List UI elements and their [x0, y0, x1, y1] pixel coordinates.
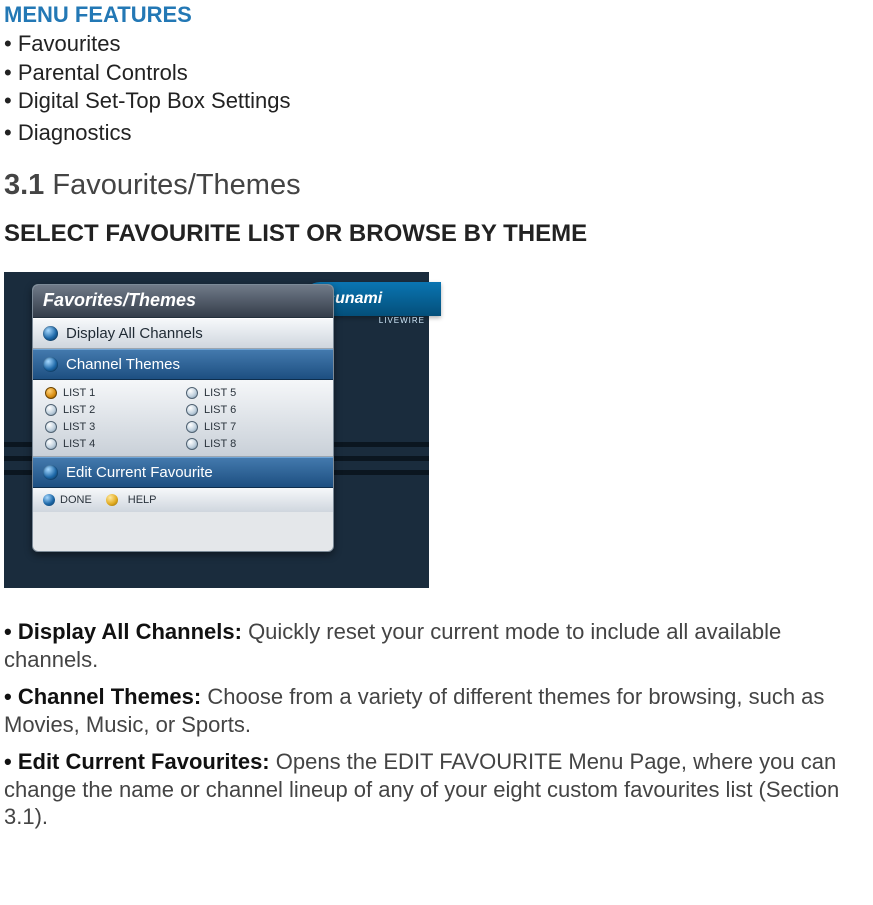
section-title: 3.1 Favourites/Themes — [4, 169, 869, 202]
list-item-label: LIST 1 — [63, 387, 95, 399]
row-display-all-channels[interactable]: Display All Channels — [33, 318, 333, 349]
radio-icon — [186, 438, 198, 450]
radio-icon — [45, 438, 57, 450]
menu-feature-label: Favourites — [18, 31, 121, 56]
radio-icon — [45, 421, 57, 433]
radio-icon — [186, 387, 198, 399]
description-title: Display All Channels: — [18, 619, 242, 644]
row-edit-current-favourite[interactable]: Edit Current Favourite — [33, 457, 333, 488]
panel-title: Favorites/Themes — [33, 285, 333, 318]
radio-icon — [186, 421, 198, 433]
menu-feature-label: Digital Set-Top Box Settings — [18, 88, 291, 113]
menu-features-heading: MENU FEATURES — [4, 2, 869, 28]
row-label: Edit Current Favourite — [66, 464, 213, 481]
description-item: • Display All Channels: Quickly reset yo… — [4, 618, 869, 673]
menu-feature-item: • Favourites — [4, 30, 869, 59]
list-item-label: LIST 6 — [204, 404, 236, 416]
menu-feature-item: • Digital Set-Top Box Settings — [4, 87, 869, 116]
globe-icon — [43, 326, 58, 341]
row-label: Channel Themes — [66, 356, 180, 373]
section-name: Favourites/Themes — [52, 169, 300, 201]
favourite-list-option[interactable]: LIST 1 — [45, 384, 186, 401]
description-title: Channel Themes: — [18, 684, 201, 709]
description-item: • Channel Themes: Choose from a variety … — [4, 683, 869, 738]
list-item-label: LIST 2 — [63, 404, 95, 416]
list-item-label: LIST 4 — [63, 438, 95, 450]
globe-icon — [43, 465, 58, 480]
settop-ui-screenshot: Tsunami LIVEWIRE Favorites/Themes Displa… — [4, 272, 429, 588]
favourite-list-option[interactable]: LIST 6 — [186, 401, 327, 418]
radio-icon — [186, 404, 198, 416]
radio-icon — [45, 387, 57, 399]
row-label: Display All Channels — [66, 325, 203, 342]
radio-icon — [45, 404, 57, 416]
brand-logo-subtext: LIVEWIRE — [379, 316, 425, 325]
favourite-list-option[interactable]: LIST 7 — [186, 418, 327, 435]
footer-help-button[interactable]: HELP — [128, 494, 157, 506]
menu-feature-label: Parental Controls — [18, 60, 188, 85]
list-item-label: LIST 7 — [204, 421, 236, 433]
description-title: Edit Current Favourites: — [18, 749, 270, 774]
section-number: 3.1 — [4, 169, 44, 201]
footer-done-button[interactable]: DONE — [60, 494, 92, 506]
favourite-list-option[interactable]: LIST 2 — [45, 401, 186, 418]
favourite-list-option[interactable]: LIST 8 — [186, 435, 327, 452]
panel-footer: DONE HELP — [33, 488, 333, 512]
globe-icon — [43, 357, 58, 372]
menu-feature-item: • Parental Controls — [4, 59, 869, 88]
favourite-list-option[interactable]: LIST 4 — [45, 435, 186, 452]
list-item-label: LIST 5 — [204, 387, 236, 399]
menu-feature-item: • Diagnostics — [4, 119, 869, 148]
favourite-list-option[interactable]: LIST 3 — [45, 418, 186, 435]
sphere-yellow-icon — [106, 494, 118, 506]
favourite-lists-grid: LIST 1 LIST 2 LIST 3 LIST 4 LIST 5 LIST … — [33, 380, 333, 457]
favourite-list-option[interactable]: LIST 5 — [186, 384, 327, 401]
sphere-blue-icon — [43, 494, 55, 506]
description-item: • Edit Current Favourites: Opens the EDI… — [4, 748, 869, 831]
menu-feature-label: Diagnostics — [18, 120, 132, 145]
section-subtitle: SELECT FAVOURITE LIST OR BROWSE BY THEME — [4, 220, 869, 248]
list-item-label: LIST 8 — [204, 438, 236, 450]
row-channel-themes[interactable]: Channel Themes — [33, 349, 333, 380]
favorites-panel: Favorites/Themes Display All Channels Ch… — [32, 284, 334, 552]
list-item-label: LIST 3 — [63, 421, 95, 433]
